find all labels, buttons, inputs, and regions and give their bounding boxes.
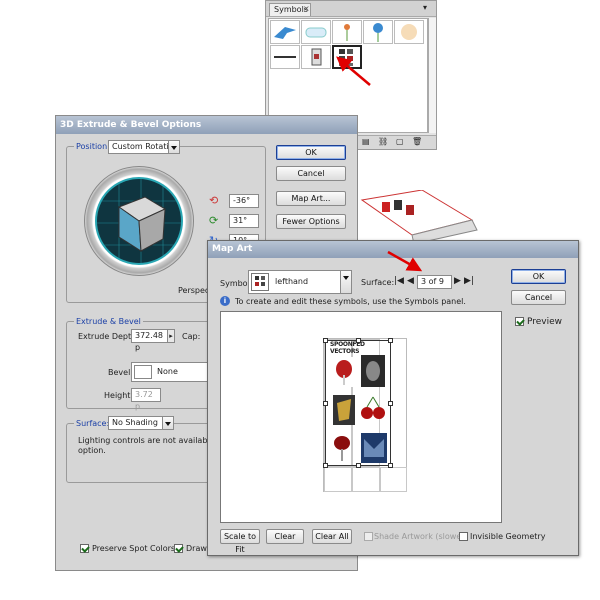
surface-label: Surface:	[74, 419, 112, 428]
chevron-down-icon	[340, 271, 351, 293]
cancel-button[interactable]: Cancel	[276, 166, 346, 181]
info-icon: i	[220, 296, 230, 306]
surface-select[interactable]: No Shading	[108, 416, 174, 430]
selection-handle[interactable]	[356, 338, 361, 343]
break-link-icon[interactable]: ⛓	[378, 137, 388, 146]
selection-handle[interactable]	[323, 401, 328, 406]
bevel-label: Bevel:	[108, 368, 133, 377]
symbols-panel-titlebar[interactable]: Symbols × ▾	[266, 1, 436, 17]
extrude-depth-stepper[interactable]: ▸	[167, 329, 175, 343]
poster-symbol[interactable]	[301, 45, 331, 69]
grid-cell	[380, 467, 407, 492]
height-label: Height:	[104, 391, 134, 400]
surface-label: Surface:	[361, 278, 395, 287]
symbol-thumbnail	[251, 273, 269, 291]
text-symbol[interactable]	[270, 45, 300, 69]
map-art-titlebar[interactable]: Map Art	[208, 241, 578, 258]
height-field[interactable]: 3.72 p	[131, 388, 161, 411]
symbols-tab[interactable]: Symbols ×	[269, 3, 311, 16]
preserve-spot-colors-checkbox[interactable]	[80, 544, 89, 553]
selection-handle[interactable]	[388, 338, 393, 343]
selection-handle[interactable]	[356, 463, 361, 468]
prev-surface-icon[interactable]: ◀	[407, 276, 414, 286]
map-art-canvas[interactable]: SPOONFED VECTORS	[220, 311, 502, 523]
place-instance-icon[interactable]: ▤	[362, 137, 370, 146]
grid-cell	[324, 467, 352, 492]
chevron-down-icon	[168, 141, 179, 153]
rotate-x-icon: ⟲	[209, 194, 219, 207]
draw-hidden-checkbox[interactable]	[174, 544, 183, 553]
shade-artwork-label: Shade Artwork (slower)	[374, 532, 468, 541]
mapped-artwork[interactable]: SPOONFED VECTORS	[323, 338, 393, 468]
lighting-note-line2: option.	[78, 446, 106, 455]
map-art-title: Map Art	[212, 244, 253, 254]
new-symbol-icon[interactable]: ▢	[396, 137, 404, 146]
extrude-title: 3D Extrude & Bevel Options	[60, 120, 202, 130]
symbol-value: lefthand	[275, 277, 309, 286]
grid-cell	[352, 467, 380, 492]
ok-button[interactable]: OK	[511, 269, 566, 284]
shade-artwork-checkbox[interactable]	[364, 532, 373, 541]
next-surface-icon[interactable]: ▶	[454, 276, 461, 286]
delete-icon[interactable]: 🗑	[412, 137, 422, 146]
panel-menu-icon[interactable]: ▾	[423, 3, 427, 12]
bevel-preview-icon	[134, 365, 152, 379]
blue-flower-symbol[interactable]	[363, 20, 393, 44]
selection-handle[interactable]	[388, 401, 393, 406]
ok-button[interactable]: OK	[276, 145, 346, 160]
background-artwork	[352, 189, 482, 245]
rotation-trackball[interactable]	[84, 166, 194, 276]
extrude-titlebar[interactable]: 3D Extrude & Bevel Options	[56, 116, 357, 134]
clear-all-button[interactable]: Clear All	[312, 529, 352, 544]
position-label: Position:	[74, 142, 112, 151]
preview-checkbox[interactable]	[515, 317, 524, 326]
fewer-options-button[interactable]: Fewer Options	[276, 214, 346, 229]
map-art-dialog: Map Art Symbol: lefthand Surface: |◀ ◀ 3…	[207, 240, 579, 556]
rotate-y-icon: ⟳	[209, 214, 219, 227]
angle-x-field[interactable]: -36°	[229, 194, 259, 208]
chevron-down-icon	[162, 417, 173, 429]
symbol-select[interactable]: lefthand	[248, 270, 352, 294]
sun-symbol[interactable]	[394, 20, 424, 44]
bevel-value: None	[157, 367, 178, 376]
selection-handle[interactable]	[323, 338, 328, 343]
surface-field[interactable]: 3 of 9	[417, 275, 452, 289]
bevel-select[interactable]: None	[131, 362, 211, 382]
first-surface-icon[interactable]: |◀	[394, 276, 404, 286]
extrude-bevel-label: Extrude & Bevel	[74, 317, 143, 326]
selection-handle[interactable]	[323, 463, 328, 468]
art-images	[333, 355, 387, 463]
angle-y-field[interactable]: 31°	[229, 214, 259, 228]
preview-label: Preview	[527, 317, 563, 327]
preserve-spot-colors-label: Preserve Spot Colors	[92, 544, 176, 553]
trackball-inner	[95, 177, 183, 265]
selection-handle[interactable]	[388, 463, 393, 468]
extrude-depth-label: Extrude Depth:	[78, 332, 139, 341]
lefthand-symbol[interactable]	[332, 45, 362, 69]
cancel-button[interactable]: Cancel	[511, 290, 566, 305]
extrude-depth-field[interactable]: 372.48 p	[131, 329, 169, 352]
position-select[interactable]: Custom Rotation	[108, 140, 180, 154]
map-art-button[interactable]: Map Art...	[276, 191, 346, 206]
cloud-symbol[interactable]	[301, 20, 331, 44]
last-surface-icon[interactable]: ▶|	[464, 276, 474, 286]
info-text: To create and edit these symbols, use th…	[235, 297, 466, 306]
surface-value: No Shading	[112, 418, 158, 427]
flower-symbol[interactable]	[332, 20, 362, 44]
invisible-geometry-checkbox[interactable]	[459, 532, 468, 541]
clear-button[interactable]: Clear	[266, 529, 304, 544]
symbols-scrollbar[interactable]	[428, 18, 436, 133]
bird-symbol[interactable]	[270, 20, 300, 44]
invisible-geometry-label: Invisible Geometry	[470, 532, 546, 541]
close-icon[interactable]: ×	[303, 4, 310, 13]
cap-label: Cap:	[182, 332, 201, 341]
scale-to-fit-button[interactable]: Scale to Fit	[220, 529, 260, 554]
